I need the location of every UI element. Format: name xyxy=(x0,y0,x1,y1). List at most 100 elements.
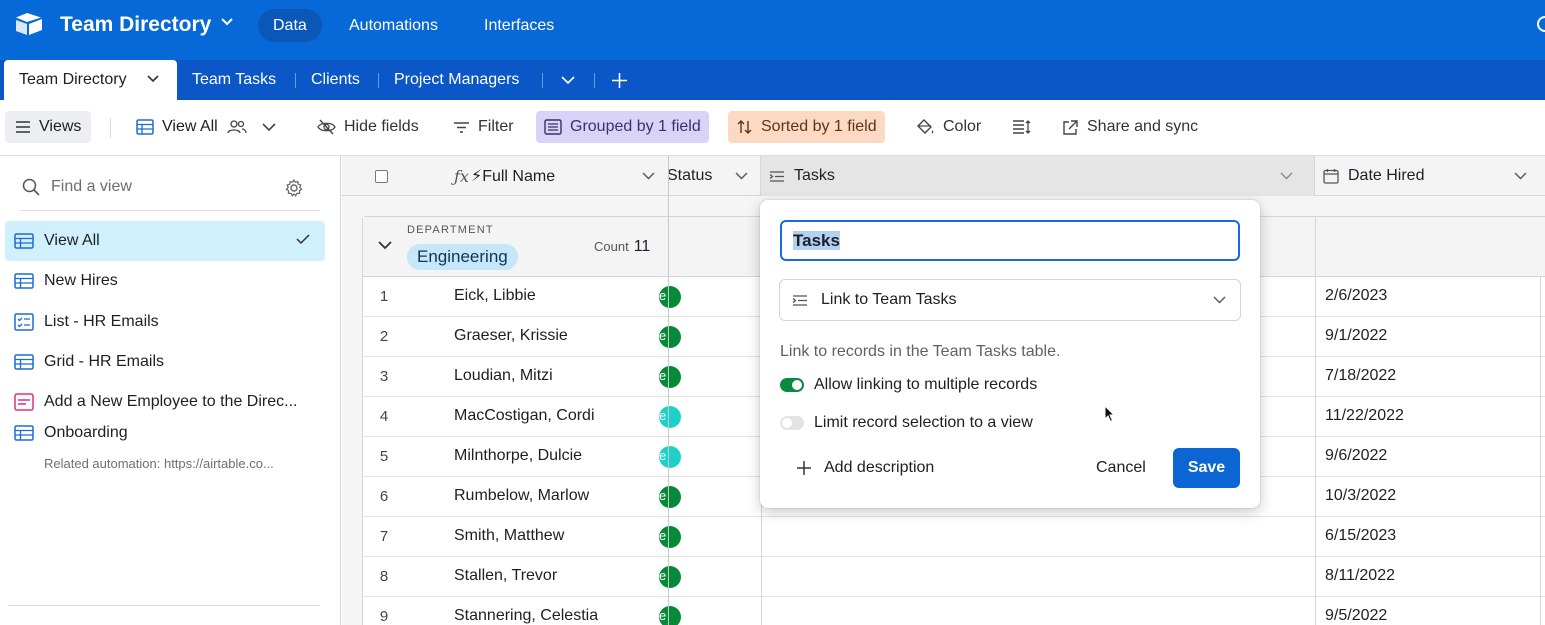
sidebar-item-view-all[interactable]: View All xyxy=(5,221,325,261)
field-type-select[interactable]: Link to Team Tasks xyxy=(779,279,1241,321)
full-name-cell[interactable]: Eick, Libbie xyxy=(454,287,536,305)
table-row[interactable]: 7 Smith, Matthew e 6/15/2023 xyxy=(363,517,1545,557)
field-type-description: Link to records in the Team Tasks table. xyxy=(780,343,1061,360)
date-hired-cell[interactable]: 9/6/2022 xyxy=(1325,447,1387,465)
tab-separator xyxy=(542,73,543,88)
status-pill[interactable]: e xyxy=(659,366,681,388)
group-button[interactable]: Grouped by 1 field xyxy=(536,111,709,143)
top-bar: Team Directory Data Automations Interfac… xyxy=(0,0,1545,60)
table-row[interactable]: 9 Stannering, Celestia e 9/5/2022 xyxy=(363,597,1545,625)
more-tables-chevron-icon[interactable] xyxy=(561,76,575,85)
full-name-cell[interactable]: Loudian, Mitzi xyxy=(454,367,553,385)
status-pill[interactable]: e xyxy=(659,326,681,348)
nav-data[interactable]: Data xyxy=(258,9,322,42)
table-tab-bar: Team Directory Team Tasks Clients Projec… xyxy=(0,60,1545,100)
row-number: 5 xyxy=(379,448,389,465)
status-pill[interactable]: e xyxy=(659,486,681,508)
sort-icon xyxy=(737,120,752,134)
grid-icon xyxy=(136,119,154,135)
status-pill[interactable]: e xyxy=(659,526,681,548)
allow-multiple-toggle[interactable] xyxy=(780,378,804,392)
full-name-cell[interactable]: Stallen, Trevor xyxy=(454,567,557,585)
sidebar-item-add-new-employee-form[interactable]: Add a New Employee to the Direc... xyxy=(5,382,325,422)
chevron-down-icon[interactable] xyxy=(1514,156,1527,196)
nav-automations[interactable]: Automations xyxy=(334,9,453,42)
status-pill[interactable]: e xyxy=(659,446,681,468)
sidebar-item-grid-hr-emails[interactable]: Grid - HR Emails xyxy=(5,342,325,382)
full-name-cell[interactable]: Smith, Matthew xyxy=(454,527,564,545)
sidebar-item-list-hr-emails[interactable]: List - HR Emails xyxy=(5,302,325,342)
share-sync-button[interactable]: Share and sync xyxy=(1054,111,1206,143)
checkmark-icon xyxy=(296,234,310,245)
sidebar-item-subtitle: Related automation: https://airtable.co.… xyxy=(44,456,274,471)
color-button[interactable]: Color xyxy=(908,111,989,143)
chevron-down-icon[interactable] xyxy=(220,17,234,27)
field-name-input[interactable]: Tasks xyxy=(780,220,1240,261)
tab-project-managers[interactable]: Project Managers xyxy=(394,60,519,100)
column-header-status[interactable]: Status xyxy=(667,156,712,196)
column-header-tasks[interactable]: Tasks xyxy=(761,156,1314,196)
tab-team-tasks[interactable]: Team Tasks xyxy=(192,60,276,100)
group-label: Grouped by 1 field xyxy=(570,118,701,135)
find-view-search[interactable]: Find a view xyxy=(22,178,132,196)
sidebar-item-new-hires[interactable]: New Hires xyxy=(5,261,325,301)
column-header-date-hired[interactable]: Date Hired xyxy=(1323,156,1424,196)
base-title[interactable]: Team Directory xyxy=(60,13,211,37)
column-header-full-name[interactable]: ƒx ⚡Full Name xyxy=(454,156,555,196)
history-icon[interactable] xyxy=(1537,14,1545,34)
date-hired-cell[interactable]: 9/1/2022 xyxy=(1325,327,1387,345)
row-height-button[interactable] xyxy=(1004,111,1040,143)
table-row[interactable]: 8 Stallen, Trevor e 8/11/2022 xyxy=(363,557,1545,597)
airtable-logo-icon[interactable] xyxy=(14,11,44,37)
status-pill[interactable]: e xyxy=(659,566,681,588)
date-hired-cell[interactable]: 2/6/2023 xyxy=(1325,287,1387,305)
full-name-cell[interactable]: Milnthorpe, Dulcie xyxy=(454,447,582,465)
add-description-button[interactable]: Add description xyxy=(796,459,934,477)
sidebar-item-onboarding[interactable]: Onboarding xyxy=(5,422,325,444)
search-input[interactable]: Find a view xyxy=(51,178,132,196)
sidebar-item-label: Grid - HR Emails xyxy=(44,353,165,370)
current-view-button[interactable]: View All xyxy=(128,111,284,143)
group-field-label: DEPARTMENT xyxy=(407,224,494,236)
share-icon xyxy=(1063,119,1078,135)
chevron-down-icon[interactable] xyxy=(378,241,392,250)
tab-clients[interactable]: Clients xyxy=(311,60,360,100)
status-pill[interactable]: e xyxy=(659,406,681,428)
nav-interfaces[interactable]: Interfaces xyxy=(469,9,569,42)
sidebar-item-label: List - HR Emails xyxy=(44,313,159,330)
chevron-down-icon[interactable] xyxy=(147,75,159,83)
select-all-checkbox[interactable] xyxy=(375,169,388,183)
full-name-cell[interactable]: Stannering, Celestia xyxy=(454,607,598,625)
full-name-cell[interactable]: Rumbelow, Marlow xyxy=(454,487,589,505)
filter-button[interactable]: Filter xyxy=(445,111,522,143)
gear-icon[interactable] xyxy=(285,179,303,197)
date-hired-cell[interactable]: 10/3/2022 xyxy=(1325,487,1396,505)
status-pill[interactable]: e xyxy=(659,606,681,625)
date-hired-cell[interactable]: 6/15/2023 xyxy=(1325,527,1396,545)
hide-fields-button[interactable]: Hide fields xyxy=(309,111,427,143)
chevron-down-icon[interactable] xyxy=(735,156,748,196)
date-hired-cell[interactable]: 7/18/2022 xyxy=(1325,367,1396,385)
grid-icon xyxy=(14,233,34,249)
save-button[interactable]: Save xyxy=(1173,448,1240,488)
limit-selection-toggle[interactable] xyxy=(780,416,804,430)
list-icon xyxy=(14,313,34,331)
sort-button[interactable]: Sorted by 1 field xyxy=(728,111,885,143)
views-button[interactable]: Views xyxy=(5,111,92,143)
date-hired-cell[interactable]: 11/22/2022 xyxy=(1325,407,1404,425)
date-hired-cell[interactable]: 9/5/2022 xyxy=(1325,607,1387,625)
chevron-down-icon[interactable] xyxy=(642,156,655,196)
sidebar-item-label: Add a New Employee to the Direc... xyxy=(44,393,298,410)
tab-team-directory[interactable]: Team Directory xyxy=(4,60,177,100)
status-pill[interactable]: e xyxy=(659,286,681,308)
full-name-cell[interactable]: Graeser, Krissie xyxy=(454,327,568,345)
divider xyxy=(20,210,320,211)
hide-fields-label: Hide fields xyxy=(344,118,419,135)
cancel-button[interactable]: Cancel xyxy=(1096,459,1146,477)
column-header-row: ƒx ⚡Full Name Status Tasks Date Hired xyxy=(342,156,1545,196)
full-name-cell[interactable]: MacCostigan, Cordi xyxy=(454,407,595,425)
row-height-icon xyxy=(1013,120,1031,134)
tab-separator xyxy=(594,73,595,88)
add-table-plus-icon[interactable] xyxy=(611,72,628,89)
date-hired-cell[interactable]: 8/11/2022 xyxy=(1325,567,1395,585)
